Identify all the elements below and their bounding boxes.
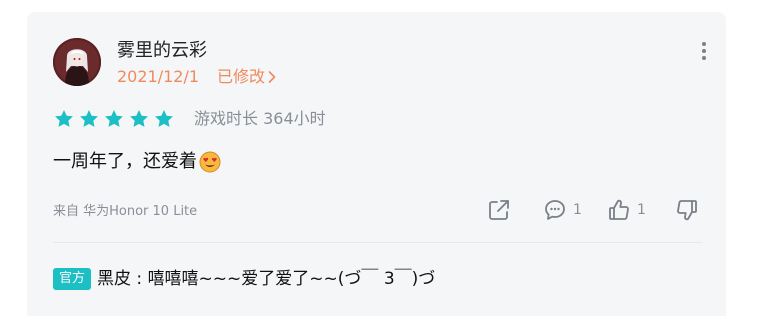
review-date: 2021/12/1 xyxy=(117,67,200,86)
review-card: 雾里的云彩 2021/12/1 已修改 游戏时长 364小时 一周年了，还爱着 … xyxy=(27,12,726,316)
edited-link[interactable]: 已修改 xyxy=(217,67,276,87)
avatar-image xyxy=(53,38,101,86)
star-rating xyxy=(53,108,178,130)
avatar[interactable] xyxy=(53,38,101,86)
star-icon xyxy=(80,110,98,127)
heart-eyes-emoji-icon xyxy=(199,151,221,173)
share-button[interactable] xyxy=(487,198,511,222)
official-badge: 官方 xyxy=(53,268,92,290)
star-icon xyxy=(130,110,148,127)
star-icon xyxy=(155,110,173,127)
like-count: 1 xyxy=(637,202,646,218)
rating-row: 游戏时长 364小时 xyxy=(53,108,326,130)
comment-button[interactable]: 1 xyxy=(543,198,582,222)
comment-icon xyxy=(545,200,565,220)
device-info: 来自 华为Honor 10 Lite xyxy=(53,204,198,219)
comment-count: 1 xyxy=(573,202,582,218)
reply-author: 黑皮 xyxy=(97,269,132,289)
star-icon xyxy=(105,110,123,127)
divider xyxy=(53,242,702,243)
playtime: 游戏时长 364小时 xyxy=(194,109,326,128)
dislike-button[interactable] xyxy=(675,198,699,222)
share-icon xyxy=(489,200,509,220)
thumbs-down-icon xyxy=(677,200,697,221)
thumbs-up-icon xyxy=(609,199,629,220)
reply-text: 嘻嘻嘻~~~爱了爱了~~(づ￣ 3￣)づ xyxy=(147,269,436,289)
reply-separator: : xyxy=(131,269,148,289)
chevron-right-icon xyxy=(268,71,276,83)
review-content: 一周年了，还爱着 xyxy=(53,150,221,174)
star-icon xyxy=(55,110,73,127)
like-button[interactable]: 1 xyxy=(607,198,646,222)
edited-label: 已修改 xyxy=(217,67,266,86)
official-reply[interactable]: 官方 黑皮 : 嘻嘻嘻~~~爱了爱了~~(づ￣ 3￣)づ xyxy=(53,268,435,290)
review-meta: 2021/12/1 已修改 xyxy=(117,67,276,87)
more-vertical-icon[interactable] xyxy=(699,42,709,60)
username[interactable]: 雾里的云彩 xyxy=(117,40,207,62)
review-text: 一周年了，还爱着 xyxy=(53,151,197,172)
